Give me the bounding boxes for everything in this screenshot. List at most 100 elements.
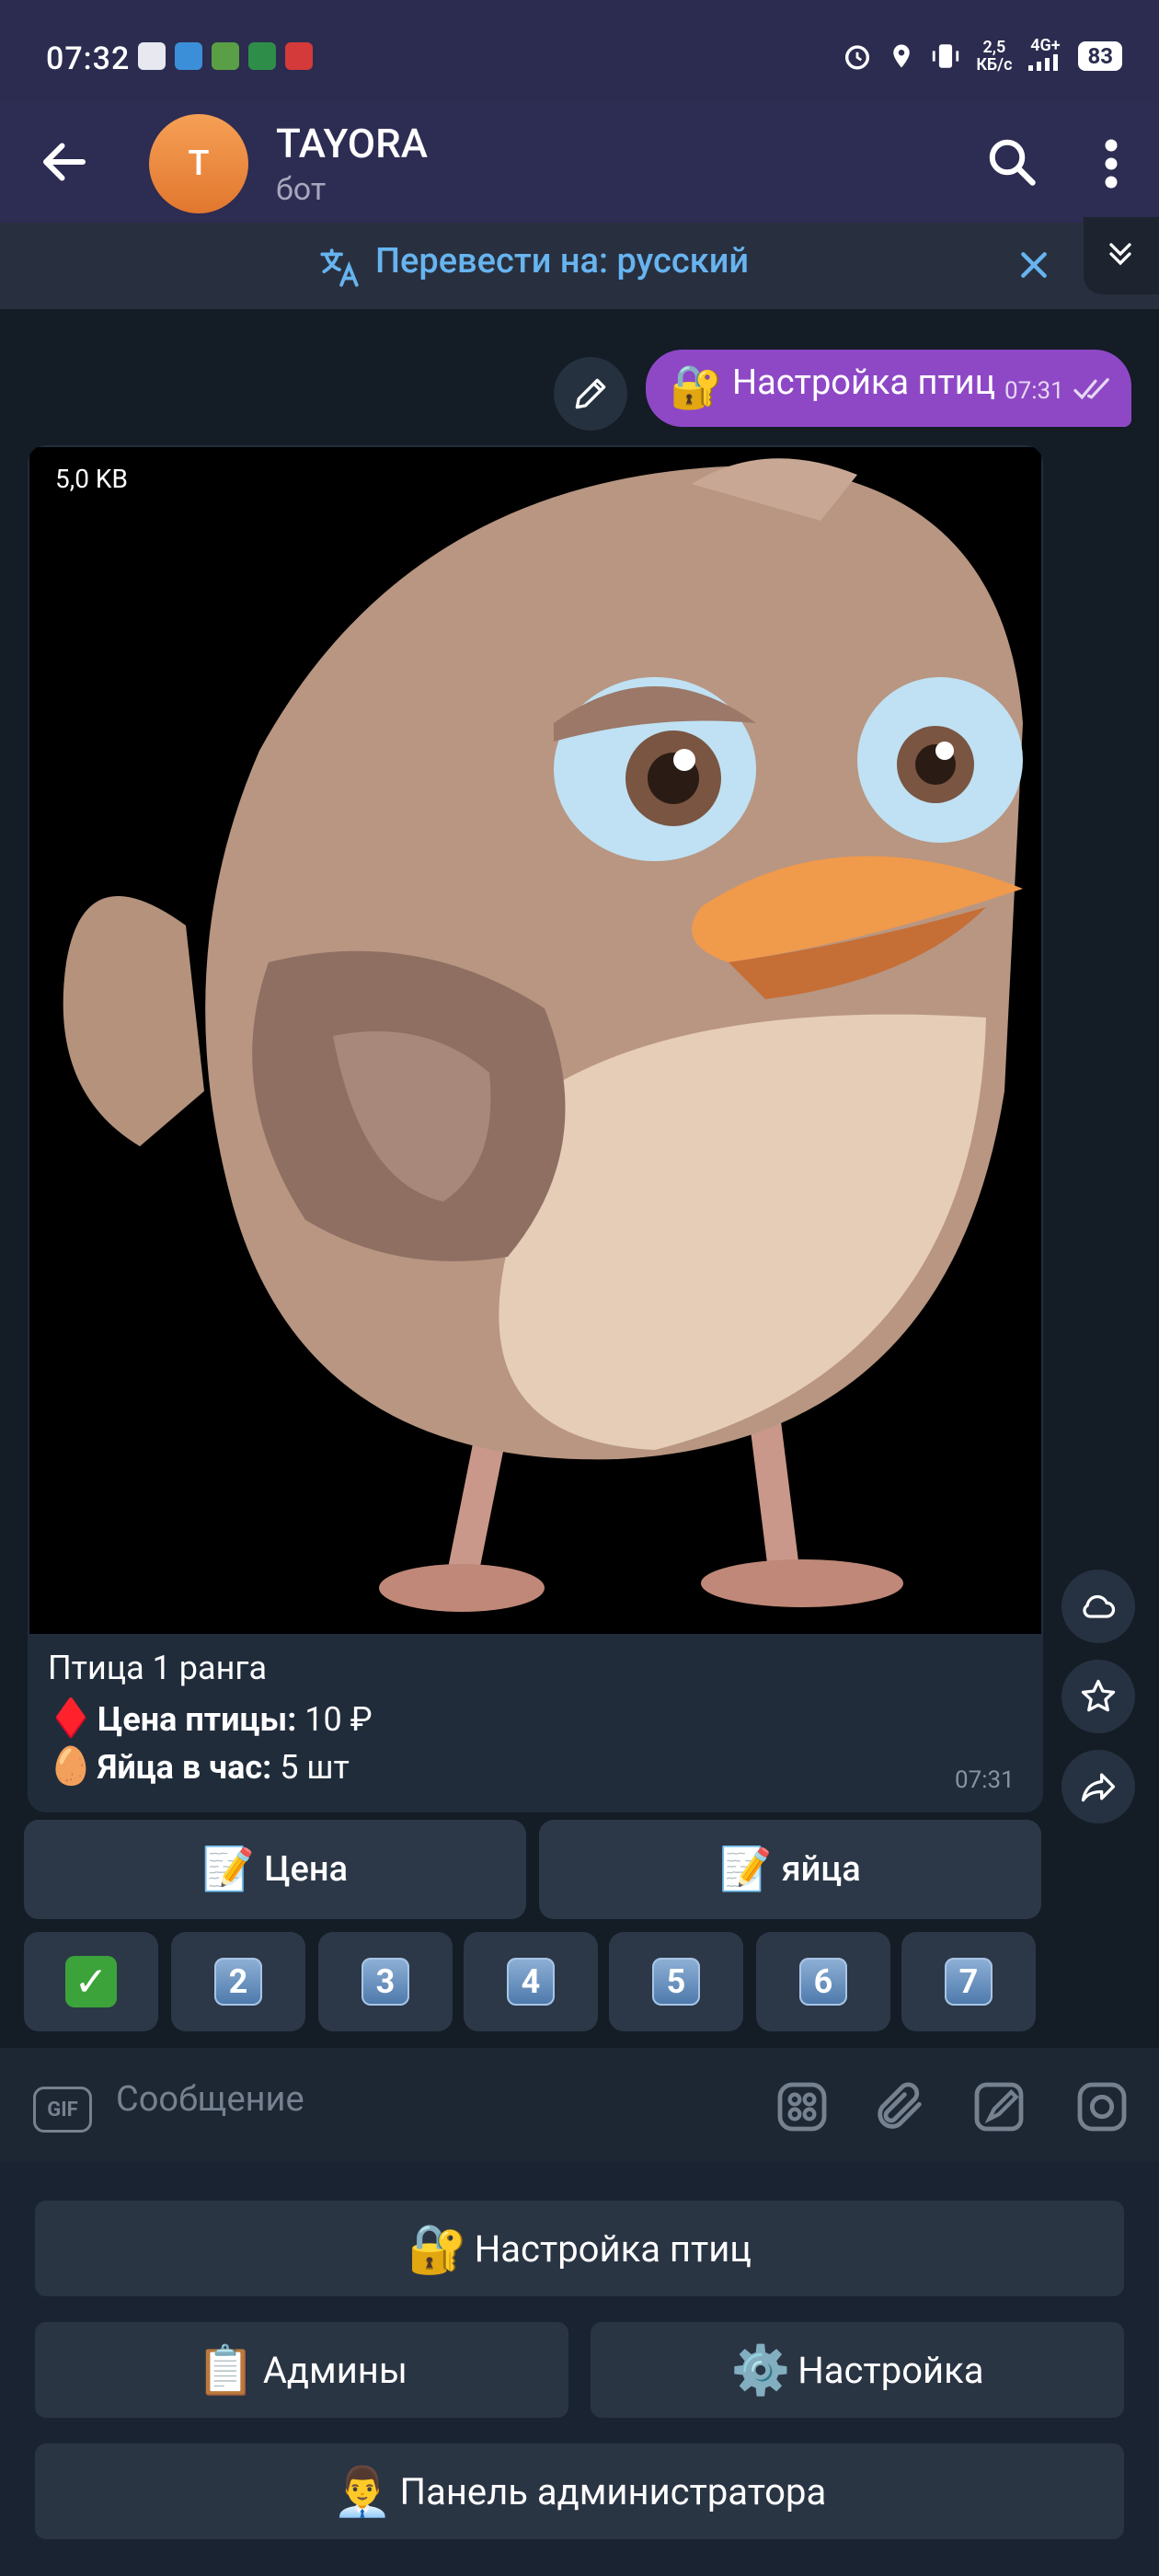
app-notification-icon — [285, 42, 313, 70]
reply-button-label: Настройка птиц — [474, 2226, 752, 2271]
network-type: 4G+ — [1027, 37, 1063, 75]
inline-button-rank-4[interactable]: 4 — [464, 1932, 598, 2031]
inline-button-rank-6[interactable]: 6 — [756, 1932, 890, 2031]
inline-button-label: яйца — [781, 1849, 861, 1890]
reply-button-admins[interactable]: 📋 Админы — [35, 2322, 568, 2418]
check-mark-icon: ✓ — [65, 1956, 117, 2007]
status-time: 07:32 — [46, 40, 131, 77]
egg-emoji: 🥚 — [48, 1744, 94, 1788]
avatar-letter: T — [188, 144, 210, 184]
reply-button-label: Настройка — [798, 2348, 984, 2392]
save-cloud-button[interactable] — [1061, 1570, 1135, 1643]
lock-key-emoji: 🔐 — [407, 2220, 467, 2277]
eggs-line: 🥚 Яйца в час: 5 шт — [48, 1744, 350, 1788]
message-input[interactable]: Сообщение — [116, 2079, 304, 2120]
eggs-value: 5 шт — [280, 1748, 350, 1787]
app-notification-icon — [175, 42, 202, 70]
message-time: 07:31 — [955, 1766, 1015, 1794]
edit-button[interactable] — [554, 357, 627, 431]
file-size: 5,0 KB — [55, 464, 128, 494]
scroll-down-button[interactable] — [1084, 217, 1159, 294]
reply-button-settings[interactable]: ⚙️ Настройка — [591, 2322, 1124, 2418]
app-notification-icon — [212, 42, 239, 70]
bird-photo[interactable]: 5,0 KB — [29, 447, 1041, 1634]
price-label: Цена птицы: — [98, 1700, 297, 1739]
network-label: 4G+ — [1030, 36, 1061, 55]
keycap-7: 7 — [945, 1958, 993, 2006]
inline-button-label: Цена — [264, 1849, 349, 1890]
diamond-emoji: ♦️ — [48, 1696, 94, 1740]
reply-keyboard: 🔐 Настройка птиц 📋 Админы ⚙️ Настройка 👨… — [0, 2162, 1159, 2576]
outgoing-message[interactable]: 🔐 Настройка птиц 07:31 — [646, 350, 1131, 427]
message-time: 07:31 — [1004, 377, 1064, 405]
status-bar: 07:32 2,5 КБ/с 4G+ 83 — [0, 0, 1159, 101]
bot-menu-icon[interactable] — [773, 2077, 832, 2136]
star-icon — [1081, 1679, 1116, 1712]
inline-button-rank-2[interactable]: 2 — [171, 1932, 305, 2031]
reply-button-label: Админы — [262, 2348, 407, 2392]
camera-icon[interactable] — [1073, 2077, 1131, 2136]
outgoing-text: Настройка птиц — [732, 362, 996, 403]
status-right: 2,5 КБ/с 4G+ 83 — [842, 37, 1122, 75]
translate-bar[interactable]: Перевести на: русский — [0, 223, 1159, 309]
keycap-5: 5 — [652, 1958, 700, 2006]
keycap-3: 3 — [361, 1958, 409, 2006]
app-notification-icon — [138, 42, 166, 70]
battery-icon: 83 — [1078, 40, 1122, 71]
message-input-bar: GIF Сообщение — [0, 2048, 1159, 2162]
attach-icon[interactable] — [870, 2077, 929, 2136]
avatar[interactable]: T — [149, 114, 248, 213]
favorite-button[interactable] — [1061, 1660, 1135, 1733]
keycap-4: 4 — [507, 1958, 555, 2006]
chat-title[interactable]: TAYORA — [276, 120, 428, 167]
memo-emoji: 📝 — [201, 1845, 256, 1894]
translate-text[interactable]: Перевести на: русский — [375, 241, 749, 282]
notification-icons — [138, 42, 313, 70]
gif-button[interactable]: GIF — [33, 2087, 92, 2133]
share-button[interactable] — [1061, 1750, 1135, 1823]
photo-message[interactable]: 5,0 KB Птица 1 ранга ♦️ Цена птицы: 10 ₽ … — [28, 445, 1043, 1812]
price-value: 10 ₽ — [304, 1700, 373, 1739]
reply-button-label: Панель администратора — [399, 2469, 827, 2513]
memo-emoji: 📝 — [719, 1845, 773, 1894]
reply-button-bird-settings[interactable]: 🔐 Настройка птиц — [35, 2201, 1124, 2296]
bird-illustration — [29, 447, 1041, 1634]
keycap-6: 6 — [799, 1958, 847, 2006]
vibrate-icon — [933, 43, 959, 68]
inline-button-rank-1[interactable]: ✓ — [24, 1932, 158, 2031]
share-arrow-icon — [1081, 1773, 1116, 1802]
double-check-icon — [1073, 378, 1109, 400]
inline-button-rank-5[interactable]: 5 — [609, 1932, 743, 2031]
cloud-icon — [1083, 1594, 1116, 1618]
double-chevron-down-icon — [1109, 243, 1131, 266]
sticker-edit-icon[interactable] — [970, 2077, 1028, 2136]
search-icon[interactable] — [984, 134, 1039, 190]
app-notification-icon — [248, 42, 276, 70]
keycap-2: 2 — [214, 1958, 262, 2006]
location-icon — [893, 44, 911, 67]
chat-header: T TAYORA бот — [0, 101, 1159, 223]
close-icon[interactable] — [1016, 247, 1052, 283]
eggs-label: Яйца в час: — [98, 1748, 272, 1787]
caption-title: Птица 1 ранга — [48, 1649, 268, 1687]
network-speed: 2,5 КБ/с — [976, 39, 1012, 74]
pencil-icon — [575, 378, 606, 409]
office-worker-emoji: 👨‍💼 — [332, 2463, 393, 2520]
inline-button-eggs[interactable]: 📝 яйца — [539, 1820, 1041, 1919]
reply-button-admin-panel[interactable]: 👨‍💼 Панель администратора — [35, 2444, 1124, 2539]
more-vert-icon[interactable] — [1100, 136, 1122, 191]
speed-unit: КБ/с — [976, 54, 1013, 75]
inline-button-rank-3[interactable]: 3 — [318, 1932, 453, 2031]
back-arrow-icon[interactable] — [37, 134, 92, 190]
alarm-icon — [845, 44, 870, 69]
gear-emoji: ⚙️ — [730, 2341, 791, 2398]
lock-key-emoji: 🔐 — [670, 362, 723, 412]
speed-value: 2,5 — [982, 37, 1006, 57]
clipboard-emoji: 📋 — [196, 2341, 256, 2398]
chat-subtitle: бот — [276, 171, 327, 208]
inline-button-price[interactable]: 📝 Цена — [24, 1820, 526, 1919]
price-line: ♦️ Цена птицы: 10 ₽ — [48, 1696, 373, 1740]
chat-area[interactable]: 🔐 Настройка птиц 07:31 5,0 KB Птица 1 ра… — [0, 309, 1159, 2048]
inline-button-rank-7[interactable]: 7 — [901, 1932, 1036, 2031]
translate-icon — [320, 248, 359, 287]
